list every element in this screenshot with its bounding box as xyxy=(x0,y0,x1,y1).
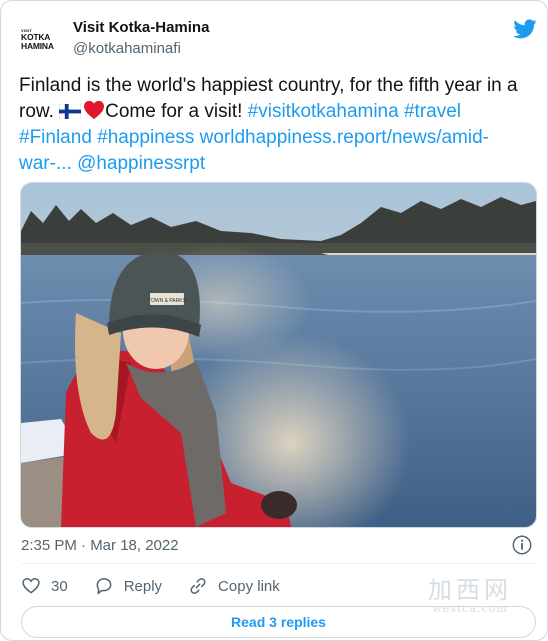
action-bar: 30 Reply Copy link xyxy=(21,573,306,599)
cap-label: TOWN & PARKS xyxy=(148,298,187,304)
info-icon[interactable] xyxy=(511,534,533,556)
tweet-card: VISIT KOTKA HAMINA Visit Kotka-Hamina @k… xyxy=(0,0,548,641)
tweet-text: Finland is the world's happiest country,… xyxy=(19,73,534,177)
read-replies-button[interactable]: Read 3 replies xyxy=(21,606,536,638)
copy-link-button[interactable]: Copy link xyxy=(188,576,280,596)
avatar[interactable]: VISIT KOTKA HAMINA xyxy=(21,17,65,61)
mention-link[interactable]: @happinessrpt xyxy=(77,153,205,174)
tweet-photo[interactable]: TOWN & PARKS xyxy=(20,182,537,528)
avatar-text-line2: HAMINA xyxy=(21,40,54,51)
like-button[interactable]: 30 xyxy=(21,576,68,596)
heart-icon xyxy=(22,577,40,594)
copy-link-label: Copy link xyxy=(218,577,280,595)
link-icon xyxy=(190,578,206,594)
tweet-text-part2: Come for a visit! xyxy=(105,101,248,122)
watermark-main: 加西网 xyxy=(428,576,512,604)
like-count: 30 xyxy=(51,577,68,595)
tweet-header: VISIT KOTKA HAMINA Visit Kotka-Hamina @k… xyxy=(21,13,541,61)
photo-girl-splashing-water: TOWN & PARKS xyxy=(21,183,536,527)
divider xyxy=(21,563,536,564)
reply-label: Reply xyxy=(123,577,163,595)
account-handle[interactable]: @kotkahaminafi xyxy=(73,40,181,57)
tweet-timestamp[interactable]: 2:35 PM · Mar 18, 2022 xyxy=(21,537,179,554)
finland-flag-emoji xyxy=(59,104,82,119)
twitter-bird-icon[interactable] xyxy=(513,17,537,41)
hashtags-line2[interactable]: #Finland #happiness xyxy=(19,127,194,148)
hashtags-line1[interactable]: #visitkotkahamina #travel xyxy=(248,101,461,122)
red-heart-emoji xyxy=(84,100,105,120)
display-name[interactable]: Visit Kotka-Hamina xyxy=(73,19,209,36)
reply-icon xyxy=(96,578,112,595)
reply-button[interactable]: Reply xyxy=(94,576,162,596)
